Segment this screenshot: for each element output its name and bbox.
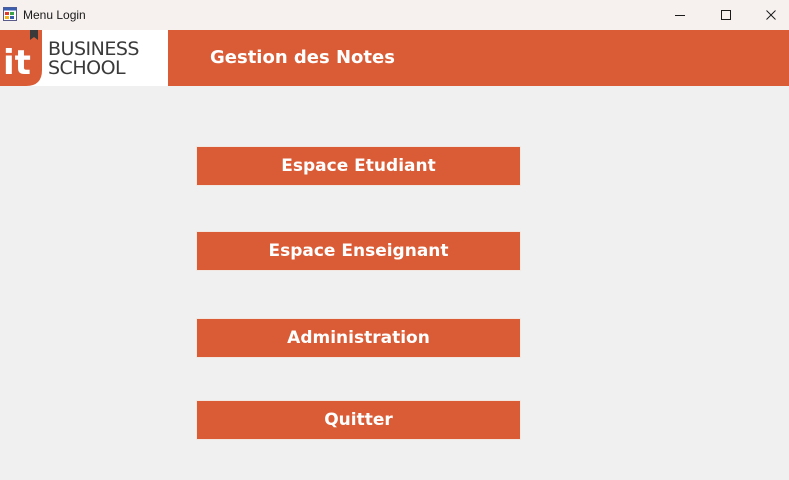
close-button[interactable] bbox=[748, 0, 789, 30]
it-logo-icon: it bbox=[0, 30, 42, 86]
window-title: Menu Login bbox=[23, 8, 86, 22]
title-bar[interactable]: Menu Login bbox=[0, 0, 789, 30]
minimize-icon bbox=[675, 15, 685, 16]
menu-login-window: Menu Login it BUSINESS SCHOOL Gestion de… bbox=[0, 0, 789, 480]
administration-button[interactable]: Administration bbox=[196, 318, 521, 358]
logo-mark: it bbox=[3, 43, 31, 83]
page-title: Gestion des Notes bbox=[210, 47, 395, 68]
header-banner: it BUSINESS SCHOOL Gestion des Notes bbox=[0, 30, 789, 86]
it-business-school-logo: it BUSINESS SCHOOL bbox=[0, 30, 168, 86]
quitter-button[interactable]: Quitter bbox=[196, 400, 521, 440]
minimize-button[interactable] bbox=[657, 0, 703, 30]
maximize-button[interactable] bbox=[703, 0, 749, 30]
maximize-icon bbox=[721, 10, 731, 20]
close-icon bbox=[766, 10, 776, 20]
espace-enseignant-button[interactable]: Espace Enseignant bbox=[196, 231, 521, 271]
logo-line-2: SCHOOL bbox=[48, 57, 126, 79]
espace-etudiant-button[interactable]: Espace Etudiant bbox=[196, 146, 521, 186]
windows-form-icon bbox=[3, 7, 17, 21]
